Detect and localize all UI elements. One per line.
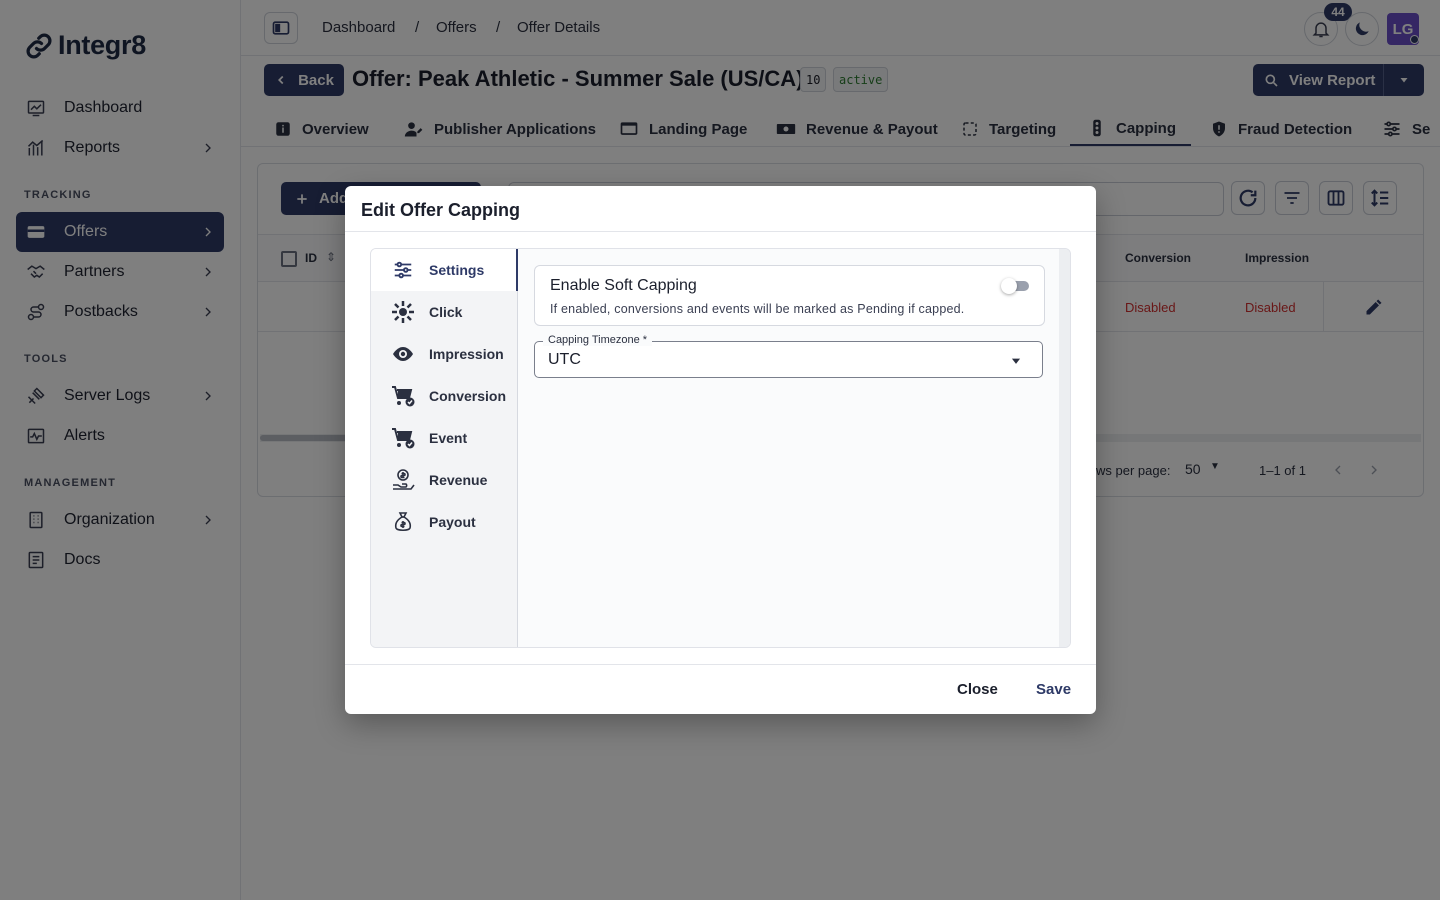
soft-capping-toggle[interactable] — [1001, 278, 1029, 294]
edit-capping-dialog: Edit Offer Capping Settings Click Impres… — [345, 186, 1096, 714]
hand-coin-icon — [391, 468, 415, 492]
soft-capping-card: Enable Soft Capping If enabled, conversi… — [534, 265, 1045, 326]
capping-nav-event[interactable]: Event — [371, 417, 518, 459]
dialog-body: Settings Click Impression Conversion Eve… — [370, 248, 1071, 648]
cart-check-icon — [391, 384, 415, 408]
capping-nav: Settings Click Impression Conversion Eve… — [371, 249, 518, 647]
timezone-value: UTC — [548, 351, 581, 368]
nav-label: Conversion — [429, 388, 507, 404]
nav-label: Settings — [429, 262, 485, 278]
nav-label: Event — [429, 430, 468, 446]
click-burst-icon — [391, 300, 415, 324]
money-bag-icon — [391, 510, 415, 534]
capping-nav-settings[interactable]: Settings — [371, 249, 518, 291]
sliders-icon — [391, 258, 415, 282]
timezone-label: Capping Timezone * — [543, 334, 653, 346]
dialog-footer-divider — [345, 664, 1096, 665]
capping-nav-conversion[interactable]: Conversion — [371, 375, 518, 417]
capping-nav-revenue[interactable]: Revenue — [371, 459, 518, 501]
capping-nav-impression[interactable]: Impression — [371, 333, 518, 375]
capping-timezone-select[interactable]: Capping Timezone * UTC — [534, 334, 1043, 378]
toggle-knob[interactable] — [1001, 278, 1017, 294]
close-button[interactable]: Close — [957, 681, 998, 698]
capping-nav-payout[interactable]: Payout — [371, 501, 518, 543]
nav-label: Click — [429, 304, 463, 320]
dialog-title: Edit Offer Capping — [361, 200, 520, 220]
dialog-divider — [345, 231, 1096, 232]
save-button[interactable]: Save — [1036, 681, 1071, 698]
dialog-scrollbar[interactable] — [1059, 249, 1070, 647]
nav-label: Impression — [429, 346, 504, 362]
capping-nav-click[interactable]: Click — [371, 291, 518, 333]
soft-capping-description: If enabled, conversions and events will … — [550, 302, 965, 316]
nav-label: Revenue — [429, 472, 488, 488]
caret-down-icon — [1011, 358, 1021, 364]
cart-check-icon — [391, 426, 415, 450]
soft-capping-label: Enable Soft Capping — [550, 277, 697, 294]
nav-label: Payout — [429, 514, 476, 530]
eye-icon — [391, 342, 415, 366]
